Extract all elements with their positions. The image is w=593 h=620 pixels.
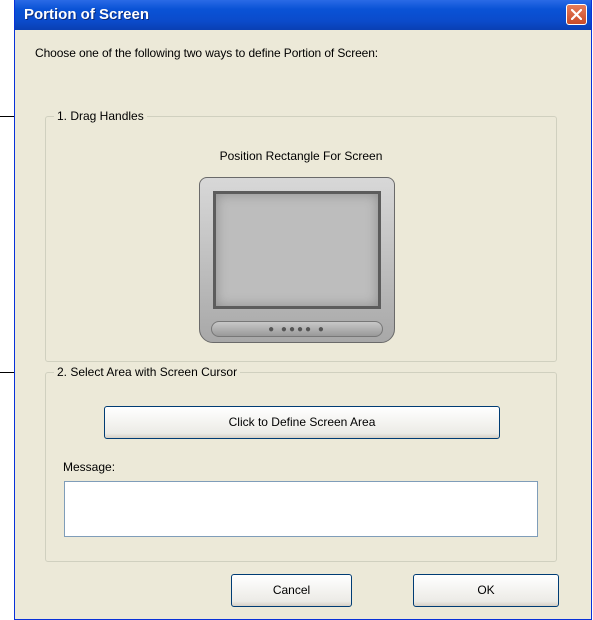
instruction-text: Choose one of the following two ways to … xyxy=(35,46,379,60)
ok-button[interactable]: OK xyxy=(413,574,559,607)
define-screen-area-button[interactable]: Click to Define Screen Area xyxy=(104,406,500,439)
cancel-button[interactable]: Cancel xyxy=(231,574,352,607)
drag-handles-group: 1. Drag Handles Position Rectangle For S… xyxy=(45,109,557,362)
monitor-screen-rectangle[interactable] xyxy=(213,191,381,309)
close-button[interactable] xyxy=(566,4,587,25)
select-area-group: 2. Select Area with Screen Cursor Click … xyxy=(45,365,557,562)
message-label: Message: xyxy=(63,460,116,474)
position-rectangle-label: Position Rectangle For Screen xyxy=(219,149,383,163)
drag-handles-label: 1. Drag Handles xyxy=(54,109,147,123)
dialog-body: Choose one of the following two ways to … xyxy=(18,30,588,619)
portion-of-screen-dialog: Portion of Screen Choose one of the foll… xyxy=(14,0,592,620)
window-title: Portion of Screen xyxy=(24,6,150,23)
screen-position-monitor[interactable]: ● ●●●● ● xyxy=(199,177,395,343)
monitor-buttons-icon: ● ●●●● ● xyxy=(268,324,326,335)
message-field[interactable] xyxy=(64,481,538,537)
select-area-label: 2. Select Area with Screen Cursor xyxy=(54,365,241,379)
title-bar[interactable]: Portion of Screen xyxy=(15,0,591,30)
close-icon xyxy=(571,9,582,20)
